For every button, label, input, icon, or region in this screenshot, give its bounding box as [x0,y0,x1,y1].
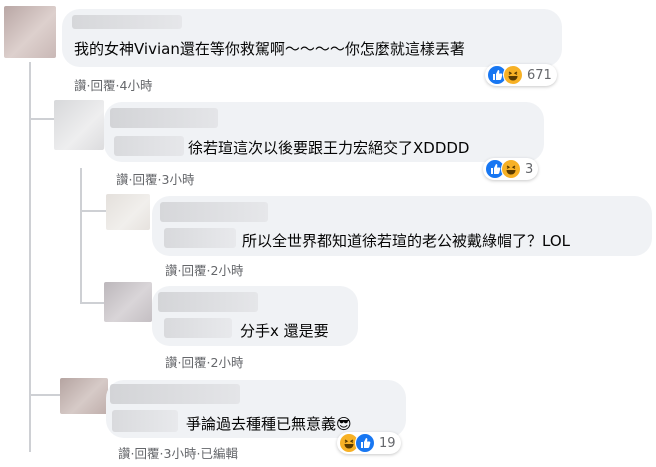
comment-actions: 讚 · 回覆 · 2小時 [165,355,244,371]
thread-line [80,210,106,212]
comment-text: 我的女神Vivian還在等你救駕啊～～～～你怎麼就這樣丟著 [74,40,465,58]
haha-icon [501,159,521,179]
comment-text: 爭論過去種種已無意義😎 [186,415,352,433]
author-name [114,136,184,156]
author-name[interactable] [110,108,218,128]
avatar[interactable] [104,282,152,322]
timestamp[interactable]: 3小時 [162,172,195,188]
author-name [112,410,178,432]
timestamp[interactable]: 2小時 [211,263,244,279]
reaction-summary[interactable]: 671 [485,64,557,86]
avatar[interactable] [54,100,104,150]
author-name [164,318,232,338]
avatar[interactable] [4,6,56,58]
reply-link[interactable]: 回覆 [182,263,207,279]
comment-actions: 讚 · 回覆 · 3小時 · 已編輯 [118,446,238,462]
timestamp[interactable]: 2小時 [211,355,244,371]
author-name[interactable] [160,202,268,222]
comment-actions: 讚 · 回覆 · 2小時 [165,263,244,279]
reply-link[interactable]: 回覆 [91,78,116,94]
reaction-count: 3 [525,161,534,177]
reply-link[interactable]: 回覆 [182,355,207,371]
reply-link[interactable]: 回覆 [135,446,160,462]
like-link[interactable]: 讚 [116,172,129,188]
comment-bubble: 所以全世界都知道徐若瑄的老公被戴綠帽了？LOL [152,196,652,256]
comment-text: 徐若瑄這次以後要跟王力宏絕交了XDDDD [188,139,470,157]
reaction-count: 19 [379,435,396,451]
edited-label[interactable]: 已編輯 [200,446,238,462]
sunglasses-emoji: 😎 [336,415,352,433]
comment-actions: 讚 · 回覆 · 3小時 [116,172,195,188]
avatar[interactable] [60,378,108,414]
like-link[interactable]: 讚 [165,263,178,279]
comment-bubble: 我的女神Vivian還在等你救駕啊～～～～你怎麼就這樣丟著 [62,9,562,67]
comment-text: 所以全世界都知道徐若瑄的老公被戴綠帽了？LOL [242,232,570,250]
like-link[interactable]: 讚 [165,355,178,371]
thread-line [80,168,82,304]
like-link[interactable]: 讚 [118,446,131,462]
comment-bubble: 爭論過去種種已無意義😎 [106,380,406,438]
comment-actions: 讚 · 回覆 · 4小時 [74,78,153,94]
author-name[interactable] [158,292,258,312]
comment-bubble: 徐若瑄這次以後要跟王力宏絕交了XDDDD [104,102,544,162]
reply-link[interactable]: 回覆 [133,172,158,188]
thread-line [29,394,63,396]
thread-line [80,302,106,304]
haha-icon [503,65,523,85]
reaction-count: 671 [527,67,552,83]
author-name[interactable] [72,15,182,29]
like-icon [355,433,375,453]
timestamp[interactable]: 4小時 [120,78,153,94]
like-link[interactable]: 讚 [74,78,87,94]
timestamp[interactable]: 3小時 [164,446,197,462]
comment-text: 分手x 還是要 [240,322,329,340]
avatar[interactable] [106,194,150,230]
author-name [164,228,236,248]
comment-bubble: 分手x 還是要 [152,286,358,346]
reaction-summary[interactable]: 3 [483,158,539,180]
reaction-summary[interactable]: 19 [337,432,401,454]
author-name[interactable] [110,384,240,404]
